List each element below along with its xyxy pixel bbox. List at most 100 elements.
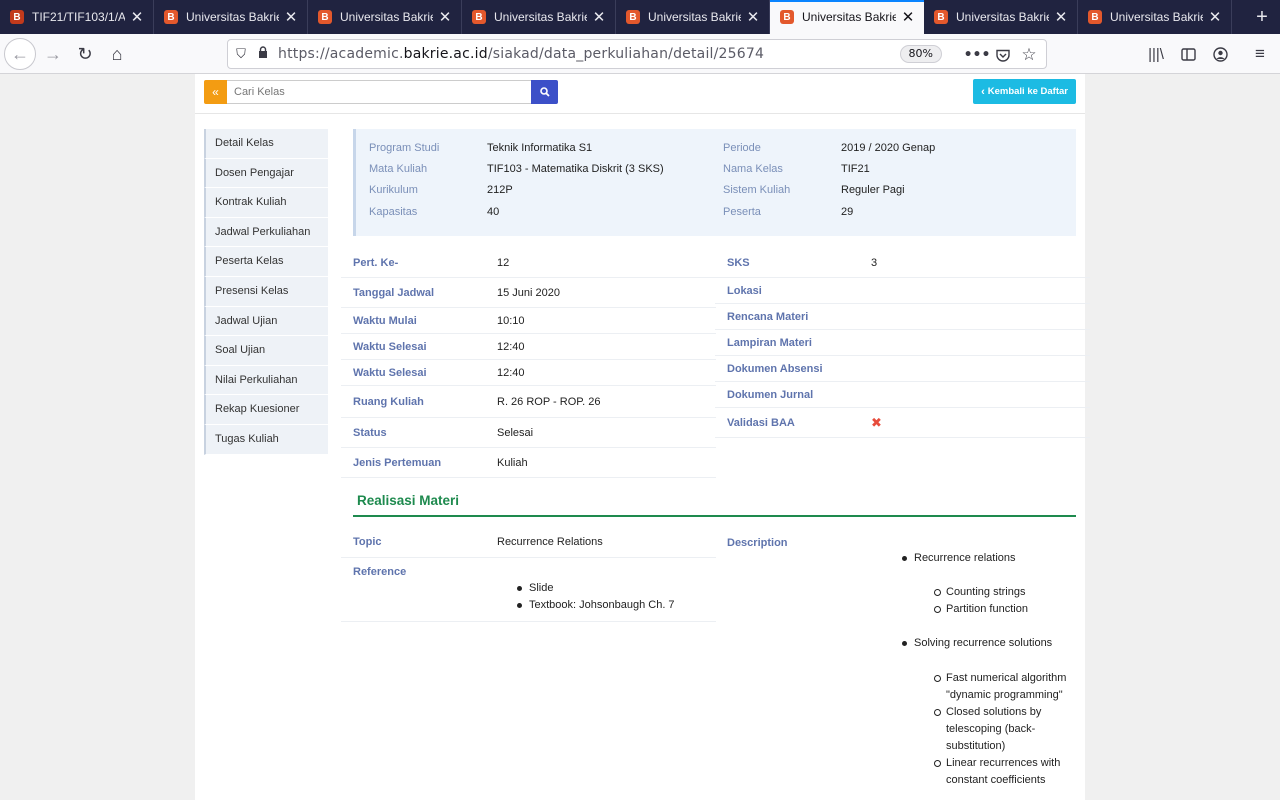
detail-row: Tanggal Jadwal 15 Juni 2020	[341, 278, 716, 308]
meeting-details-right: SKS 3 Lokasi Rencana Materi Lampiran Mat…	[715, 248, 1090, 438]
close-icon[interactable]: ✕	[591, 8, 607, 26]
page-content: « ‹ Kembali ke Daftar Detail Kelas Dosen…	[195, 74, 1090, 800]
back-arrow-icon[interactable]: ←	[4, 38, 36, 70]
sidebar-item-nilai-perkuliahan[interactable]: Nilai Perkuliahan	[204, 365, 328, 396]
reload-icon[interactable]: ↻	[69, 38, 101, 70]
detail-row: Topic Recurrence Relations	[341, 527, 716, 558]
url-bar[interactable]: ⛉ https://academic.bakrie.ac.id/siakad/d…	[227, 39, 1047, 69]
tab-title: TIF21/TIF103/1/A	[32, 10, 125, 24]
sidebar-icon[interactable]	[1172, 38, 1204, 70]
tab-title: Universitas Bakrie	[494, 10, 587, 24]
info-nama-kelas: Nama Kelas TIF21	[723, 163, 870, 184]
cross-icon: ✖	[871, 414, 882, 430]
pocket-icon[interactable]	[992, 44, 1014, 66]
list-item: Solving recurrence solutions	[902, 635, 1074, 652]
list-item: Fast numerical algorithm "dynamic progra…	[934, 670, 1074, 704]
detail-row: Ruang Kuliah R. 26 ROP - ROP. 26	[341, 386, 716, 418]
collapse-sidebar-button[interactable]: «	[204, 80, 227, 104]
search-class-input[interactable]	[227, 80, 531, 104]
new-tab-icon[interactable]: +	[1244, 0, 1280, 34]
more-actions-icon[interactable]: •••	[964, 44, 991, 66]
close-icon[interactable]: ✕	[900, 8, 916, 26]
list-item: Recurrence relations	[902, 550, 1074, 567]
info-label: Kurikulum	[369, 184, 418, 196]
sidebar-item-tugas-kuliah[interactable]: Tugas Kuliah	[204, 424, 328, 455]
browser-tab-active[interactable]: B Universitas Bakrie ✕	[770, 0, 924, 34]
sidebar-item-soal-ujian[interactable]: Soal Ujian	[204, 336, 328, 366]
detail-label: Lokasi	[727, 284, 762, 297]
tab-bar: B TIF21/TIF103/1/A ✕ B Universitas Bakri…	[0, 0, 1280, 34]
sidebar-item-jadwal-perkuliahan[interactable]: Jadwal Perkuliahan	[204, 217, 328, 248]
detail-row: Status Selesai	[341, 418, 716, 448]
detail-label: Dokumen Absensi	[727, 362, 823, 375]
sidebar-item-jadwal-ujian[interactable]: Jadwal Ujian	[204, 306, 328, 337]
sub-list: Counting strings Partition function	[914, 567, 1074, 618]
browser-tab[interactable]: B Universitas Bakrie ✕	[616, 0, 770, 34]
browser-tab[interactable]: B Universitas Bakrie ✕	[308, 0, 462, 34]
detail-label: Status	[353, 426, 387, 439]
browser-tab[interactable]: B Universitas Bakrie ✕	[462, 0, 616, 34]
detail-label: Waktu Selesai	[353, 340, 427, 353]
info-kurikulum: Kurikulum 212P	[369, 184, 513, 205]
info-value: Reguler Pagi	[841, 184, 905, 196]
detail-label: Dokumen Jurnal	[727, 388, 814, 401]
sidebar-item-kontrak-kuliah[interactable]: Kontrak Kuliah	[204, 188, 328, 218]
info-value: Teknik Informatika S1	[487, 142, 593, 154]
account-icon[interactable]	[1204, 38, 1236, 70]
chevron-left-icon: ‹	[981, 85, 985, 98]
browser-tab[interactable]: B Universitas Bakrie ✕	[154, 0, 308, 34]
sidebar-item-rekap-kuesioner[interactable]: Rekap Kuesioner	[204, 395, 328, 425]
detail-row: Waktu Selesai 12:40	[341, 360, 716, 386]
info-value: 29	[841, 206, 854, 218]
list-item: Partition function	[934, 601, 1074, 618]
detail-label: Lampiran Materi	[727, 336, 812, 349]
section-title: Realisasi Materi	[353, 489, 1076, 517]
home-icon[interactable]: ⌂	[101, 38, 133, 70]
detail-value: 12:40	[497, 340, 525, 353]
detail-label: Waktu Mulai	[353, 314, 417, 327]
close-icon[interactable]: ✕	[437, 8, 453, 26]
shield-icon[interactable]: ⛉	[230, 47, 252, 62]
detail-row: Pert. Ke- 12	[341, 248, 716, 278]
sidebar-item-dosen-pengajar[interactable]: Dosen Pengajar	[204, 158, 328, 189]
close-icon[interactable]: ✕	[1053, 8, 1069, 26]
favicon-icon: B	[472, 10, 486, 24]
detail-row: Reference Slide Textbook: Johsonbaugh Ch…	[341, 558, 716, 622]
detail-label: Waktu Selesai	[353, 366, 427, 379]
browser-tab[interactable]: B TIF21/TIF103/1/A ✕	[0, 0, 154, 34]
search-button[interactable]	[531, 80, 558, 104]
sidebar-item-peserta-kelas[interactable]: Peserta Kelas	[204, 247, 328, 277]
info-label: Mata Kuliah	[369, 163, 428, 175]
sidebar-item-detail-kelas[interactable]: Detail Kelas	[204, 129, 328, 159]
topic-value: Recurrence Relations	[497, 536, 603, 548]
zoom-level[interactable]: 80%	[899, 45, 942, 63]
close-icon[interactable]: ✕	[129, 8, 145, 26]
detail-row: Jenis Pertemuan Kuliah	[341, 448, 716, 478]
close-icon[interactable]: ✕	[283, 8, 299, 26]
sidebar-item-presensi-kelas[interactable]: Presensi Kelas	[204, 276, 328, 307]
browser-tab[interactable]: B Universitas Bakrie ✕	[924, 0, 1078, 34]
lock-icon[interactable]	[252, 46, 274, 62]
detail-row: Waktu Mulai 10:10	[341, 308, 716, 334]
favicon-icon: B	[780, 10, 794, 24]
back-to-list-button[interactable]: ‹ Kembali ke Daftar	[973, 79, 1076, 104]
forward-arrow-icon[interactable]: →	[37, 38, 69, 70]
info-label: Nama Kelas	[723, 163, 783, 175]
info-peserta: Peserta 29	[723, 206, 853, 227]
close-icon[interactable]: ✕	[1207, 8, 1223, 26]
info-label: Kapasitas	[369, 206, 418, 218]
library-icon[interactable]: |||\	[1140, 38, 1172, 70]
search-icon	[539, 87, 550, 97]
detail-row: Waktu Selesai 12:40	[341, 334, 716, 360]
reference-list: Slide Textbook: Johsonbaugh Ch. 7	[497, 566, 675, 614]
detail-value: Selesai	[497, 426, 534, 439]
hamburger-menu-icon[interactable]: ≡	[1244, 38, 1276, 70]
detail-value: Kuliah	[497, 456, 528, 469]
list-item: Linear recurrences with constant coeffic…	[934, 755, 1074, 789]
browser-tab[interactable]: B Universitas Bakrie ✕	[1078, 0, 1232, 34]
info-value: TIF103 - Matematika Diskrit (3 SKS)	[487, 163, 664, 175]
info-periode: Periode 2019 / 2020 Genap	[723, 142, 935, 163]
bookmark-star-icon[interactable]: ☆	[1018, 44, 1040, 66]
close-icon[interactable]: ✕	[745, 8, 761, 26]
info-value: TIF21	[841, 163, 870, 175]
